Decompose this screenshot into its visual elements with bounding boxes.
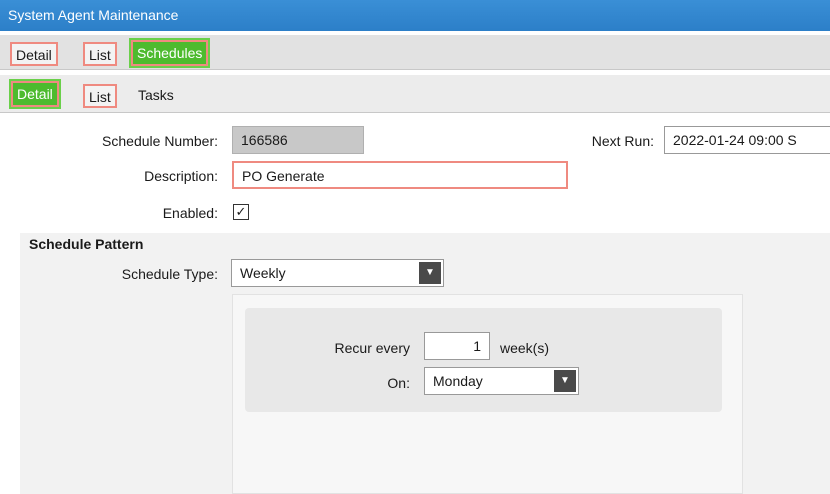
chevron-down-icon[interactable]: ▼ bbox=[554, 370, 576, 392]
weekday-select[interactable]: Monday ▼ bbox=[424, 367, 579, 395]
weekday-value: Monday bbox=[433, 373, 483, 389]
top-tab-bar: Detail List Schedules bbox=[0, 35, 830, 70]
recur-every-input[interactable]: 1 bbox=[424, 332, 490, 360]
system-agent-window: System Agent Maintenance Detail List Sch… bbox=[0, 0, 830, 494]
schedule-number-label: Schedule Number: bbox=[102, 133, 218, 149]
schedule-number-field: 166586 bbox=[232, 126, 364, 154]
sub-tab-bar: Detail List Tasks bbox=[0, 75, 830, 113]
schedule-type-label: Schedule Type: bbox=[121, 266, 218, 282]
weekly-recurrence-box bbox=[245, 308, 722, 412]
tab-list[interactable]: List bbox=[83, 42, 117, 66]
description-label: Description: bbox=[144, 168, 218, 184]
subtab-tasks[interactable]: Tasks bbox=[134, 84, 178, 108]
recur-every-label: Recur every bbox=[334, 340, 410, 356]
chevron-down-icon[interactable]: ▼ bbox=[419, 262, 441, 284]
subtab-detail[interactable]: Detail bbox=[9, 79, 61, 109]
tab-schedules[interactable]: Schedules bbox=[128, 38, 211, 68]
recur-unit-label: week(s) bbox=[500, 340, 550, 356]
schedule-type-value: Weekly bbox=[240, 265, 286, 281]
window-title: System Agent Maintenance bbox=[0, 0, 830, 31]
schedule-type-select[interactable]: Weekly ▼ bbox=[231, 259, 444, 287]
checkmark-icon: ✓ bbox=[235, 204, 247, 219]
next-run-field[interactable]: 2022-01-24 09:00 S bbox=[664, 126, 830, 154]
on-day-label: On: bbox=[387, 375, 410, 391]
schedule-pattern-title: Schedule Pattern bbox=[29, 236, 144, 252]
description-field[interactable]: PO Generate bbox=[232, 161, 568, 189]
tab-detail[interactable]: Detail bbox=[10, 42, 58, 66]
subtab-list[interactable]: List bbox=[83, 84, 117, 108]
enabled-checkbox[interactable]: ✓ bbox=[233, 204, 249, 220]
enabled-label: Enabled: bbox=[162, 205, 218, 221]
next-run-label: Next Run: bbox=[591, 133, 654, 149]
